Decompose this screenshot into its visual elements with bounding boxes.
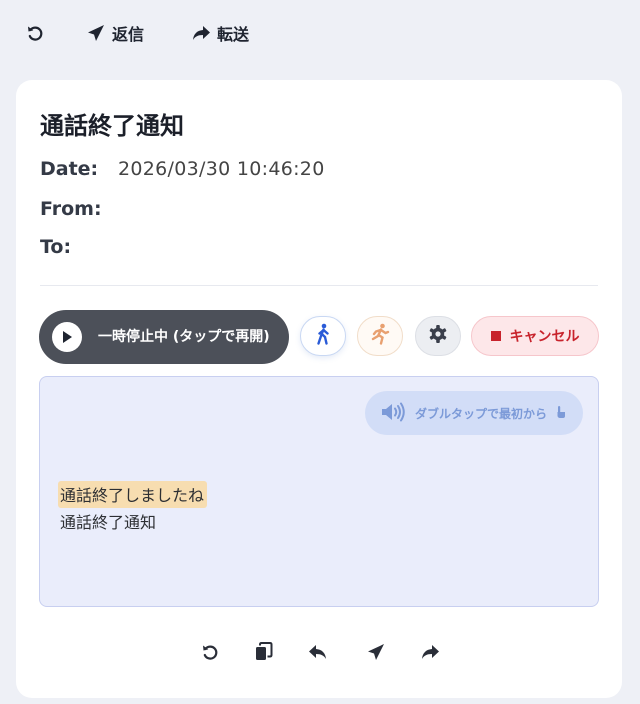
reply-action-button[interactable] bbox=[304, 640, 332, 668]
send-action-button[interactable] bbox=[362, 640, 390, 668]
cancel-label: キャンセル bbox=[509, 329, 580, 345]
forward-button[interactable]: 転送 bbox=[191, 20, 249, 46]
tap-hand-icon bbox=[555, 405, 567, 422]
restart-hint-button[interactable]: ダブルタップで最初から bbox=[365, 391, 583, 435]
forward-label: 転送 bbox=[217, 25, 250, 44]
date-label: Date: bbox=[40, 158, 99, 180]
cancel-button[interactable]: キャンセル bbox=[471, 316, 599, 356]
from-row: From: bbox=[40, 198, 118, 220]
copy-button[interactable] bbox=[250, 640, 278, 668]
body-text: 通話終了通知 bbox=[60, 513, 157, 532]
send-icon bbox=[86, 23, 106, 43]
refresh-action-button[interactable] bbox=[196, 640, 224, 668]
forward-icon bbox=[420, 642, 440, 666]
top-toolbar: 返信 転送 bbox=[0, 0, 640, 64]
reply-icon bbox=[308, 642, 328, 666]
forward-icon bbox=[191, 23, 211, 43]
run-icon bbox=[370, 323, 390, 349]
speed-fast-button[interactable] bbox=[357, 316, 403, 356]
date-value: 2026/03/30 10:46:20 bbox=[118, 158, 325, 180]
date-row: Date: 2026/03/30 10:46:20 bbox=[40, 158, 325, 180]
header-divider bbox=[40, 285, 598, 286]
to-label: To: bbox=[40, 236, 72, 258]
refresh-icon bbox=[200, 642, 220, 666]
send-icon bbox=[366, 642, 386, 666]
stop-icon bbox=[490, 331, 501, 341]
forward-action-button[interactable] bbox=[416, 640, 444, 668]
restart-hint-label: ダブルタップで最初から bbox=[414, 406, 547, 421]
tts-controls: 一時停止中 (タップで再開) キャンセル bbox=[39, 310, 599, 366]
playback-status: 一時停止中 (タップで再開) bbox=[98, 329, 270, 345]
message-subject: 通話終了通知 bbox=[40, 112, 184, 140]
reply-button[interactable]: 返信 bbox=[86, 20, 144, 46]
play-pause-button[interactable]: 一時停止中 (タップで再開) bbox=[39, 310, 289, 364]
gear-icon bbox=[428, 324, 448, 348]
speaker-icon bbox=[381, 402, 407, 425]
message-card: 通話終了通知 Date: 2026/03/30 10:46:20 From: T… bbox=[16, 80, 622, 698]
bottom-action-bar bbox=[196, 640, 448, 668]
settings-button[interactable] bbox=[415, 316, 461, 356]
refresh-icon bbox=[25, 23, 45, 43]
speed-slow-button[interactable] bbox=[300, 316, 346, 356]
play-icon bbox=[52, 322, 82, 352]
from-label: From: bbox=[40, 198, 102, 220]
reading-area[interactable]: ダブルタップで最初から 通話終了しましたね 通話終了通知 bbox=[39, 376, 599, 607]
reply-label: 返信 bbox=[112, 25, 145, 44]
walk-icon bbox=[314, 323, 332, 349]
to-row: To: bbox=[40, 236, 118, 258]
refresh-button[interactable] bbox=[25, 20, 45, 46]
copy-icon bbox=[254, 642, 274, 666]
highlighted-sentence: 通話終了しましたね bbox=[58, 481, 208, 508]
